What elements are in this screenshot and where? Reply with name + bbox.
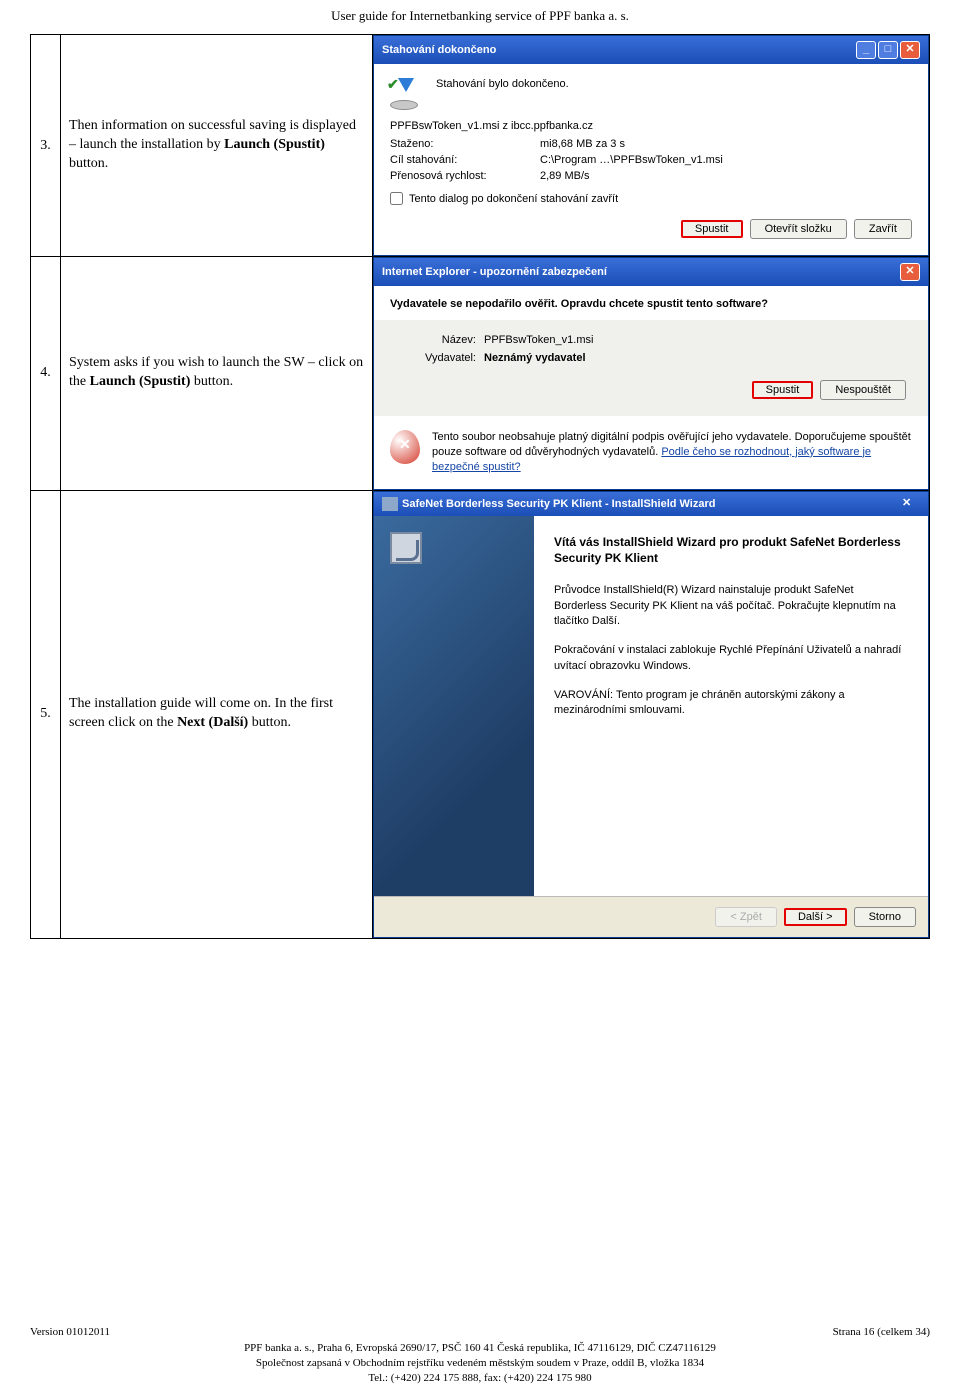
back-button: < Zpět [715, 907, 777, 927]
close-dialog-checkbox-row[interactable]: Tento dialog po dokončení stahování zavř… [390, 192, 912, 205]
table-row: 5. The installation guide will come on. … [31, 490, 930, 938]
label-name: Název: [396, 334, 476, 346]
download-complete-icon: ✔ [390, 78, 422, 110]
step-desc: The installation guide will come on. In … [61, 490, 373, 938]
dialog-title: Stahování dokončeno [382, 44, 496, 56]
download-done-message: Stahování bylo dokončeno. [436, 78, 569, 90]
step-screenshot: Stahování dokončeno _ □ ✕ ✔ Stahování by… [373, 35, 930, 257]
footer-line: PPF banka a. s., Praha 6, Evropská 2690/… [0, 1341, 960, 1356]
installer-icon [382, 497, 398, 511]
cancel-button[interactable]: Storno [854, 907, 916, 927]
shield-icon [390, 430, 420, 464]
value-speed: 2,89 MB/s [540, 170, 912, 182]
run-button[interactable]: Spustit [752, 381, 814, 399]
value-publisher: Neznámý vydavatel [484, 352, 906, 364]
minimize-icon[interactable]: _ [856, 41, 876, 59]
wizard-side-graphic [374, 516, 534, 896]
version-label: Version 01012011 [30, 1325, 110, 1340]
steps-table: 3. Then information on successful saving… [30, 34, 930, 939]
dialog-titlebar: Internet Explorer - upozornění zabezpeče… [374, 258, 928, 286]
dialog-titlebar: Stahování dokončeno _ □ ✕ [374, 36, 928, 64]
dialog-titlebar: SafeNet Borderless Security PK Klient - … [374, 492, 928, 516]
close-icon[interactable]: ✕ [900, 263, 920, 281]
dialog-title: Internet Explorer - upozornění zabezpeče… [382, 266, 607, 278]
label-publisher: Vydavatel: [396, 352, 476, 364]
close-icon[interactable]: ✕ [902, 496, 920, 512]
dialog-title: SafeNet Borderless Security PK Klient - … [402, 497, 715, 509]
wizard-paragraph: Průvodce InstallShield(R) Wizard nainsta… [554, 583, 908, 629]
security-footer-text: Tento soubor neobsahuje platný digitální… [432, 430, 912, 475]
label-target: Cíl stahování: [390, 154, 530, 166]
step-screenshot: Internet Explorer - upozornění zabezpeče… [373, 257, 930, 491]
close-icon[interactable]: ✕ [900, 41, 920, 59]
close-button[interactable]: Zavřít [854, 219, 912, 239]
label-speed: Přenosová rychlost: [390, 170, 530, 182]
step-desc: System asks if you wish to launch the SW… [61, 257, 373, 491]
step-number: 4. [31, 257, 61, 491]
download-complete-dialog: Stahování dokončeno _ □ ✕ ✔ Stahování by… [373, 35, 929, 256]
value-name: PPFBswToken_v1.msi [484, 334, 906, 346]
step-desc: Then information on successful saving is… [61, 35, 373, 257]
table-row: 4. System asks if you wish to launch the… [31, 257, 930, 491]
step-number: 3. [31, 35, 61, 257]
run-button[interactable]: Spustit [681, 220, 743, 238]
footer-line: Společnost zapsaná v Obchodním rejstříku… [0, 1356, 960, 1371]
wizard-welcome: Vítá vás InstallShield Wizard pro produk… [554, 534, 908, 568]
security-question: Vydavatele se nepodařilo ověřit. Opravdu… [374, 286, 928, 320]
wizard-logo-icon [390, 532, 422, 564]
dont-run-button[interactable]: Nespouštět [820, 380, 906, 400]
close-dialog-label: Tento dialog po dokončení stahování zavř… [409, 193, 618, 205]
page-header: User guide for Internetbanking service o… [0, 0, 960, 24]
maximize-icon[interactable]: □ [878, 41, 898, 59]
step-screenshot: SafeNet Borderless Security PK Klient - … [373, 490, 930, 938]
table-row: 3. Then information on successful saving… [31, 35, 930, 257]
page-number: Strana 16 (celkem 34) [833, 1325, 930, 1340]
step-number: 5. [31, 490, 61, 938]
wizard-paragraph: Pokračování v instalaci zablokuje Rychlé… [554, 643, 908, 674]
download-file-line: PPFBswToken_v1.msi z ibcc.ppfbanka.cz [390, 120, 912, 132]
ie-security-dialog: Internet Explorer - upozornění zabezpeče… [373, 257, 929, 490]
installshield-dialog: SafeNet Borderless Security PK Klient - … [373, 491, 929, 938]
value-downloaded: mi8,68 MB za 3 s [540, 138, 912, 150]
label-downloaded: Staženo: [390, 138, 530, 150]
close-dialog-checkbox[interactable] [390, 192, 403, 205]
wizard-warning: VAROVÁNÍ: Tento program je chráněn autor… [554, 688, 908, 719]
value-target: C:\Program …\PPFBswToken_v1.msi [540, 154, 912, 166]
page-footer: Version 01012011 Strana 16 (celkem 34) P… [0, 1325, 960, 1386]
footer-line: Tel.: (+420) 224 175 888, fax: (+420) 22… [0, 1371, 960, 1386]
open-folder-button[interactable]: Otevřít složku [750, 219, 847, 239]
next-button[interactable]: Další > [784, 908, 847, 926]
